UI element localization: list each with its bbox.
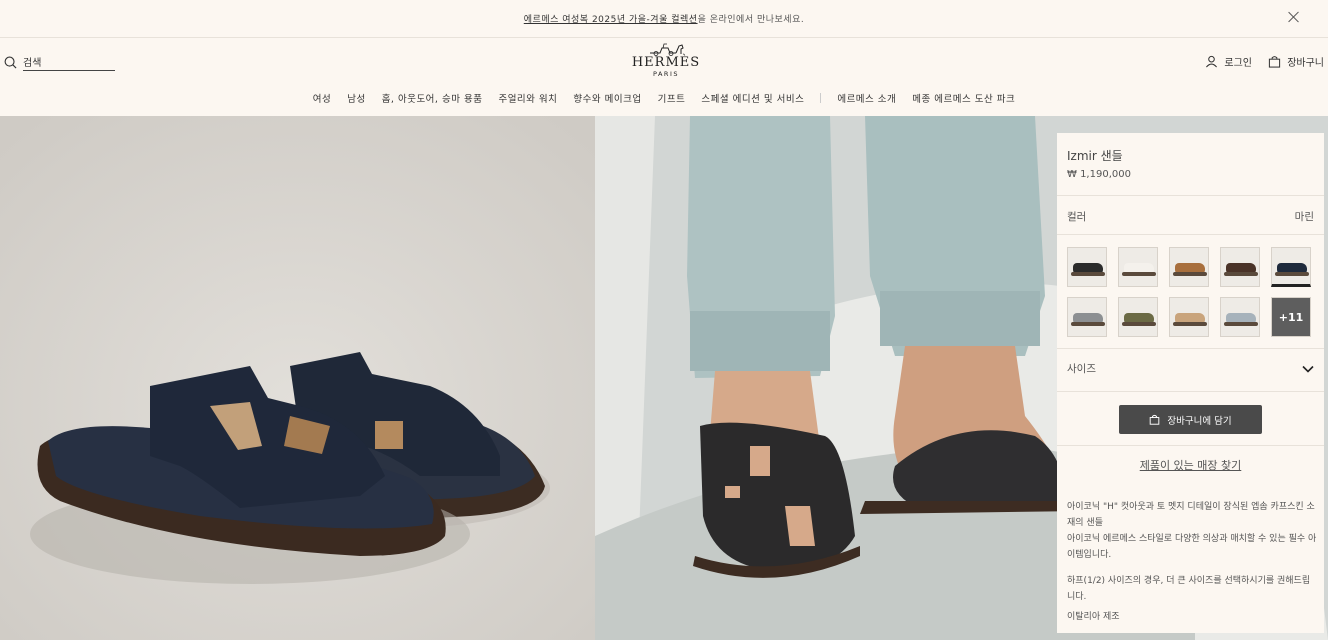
color-swatches: +11 [1067, 247, 1313, 337]
product-price: ₩ 1,190,000 [1067, 169, 1131, 180]
swatch-sole [1224, 272, 1258, 276]
announcement-bar: 에르메스 여성복 2025년 가을-겨울 컬렉션을 온라인에서 만나보세요. [0, 0, 1328, 38]
color-selector-header: 컬러 마린 [1067, 209, 1314, 224]
sandals-illustration [0, 116, 595, 640]
color-swatch[interactable] [1169, 297, 1209, 337]
announcement-suffix: 을 온라인에서 만나보세요. [697, 15, 805, 25]
nav-item-home-outdoor[interactable]: 홈, 아웃도어, 승마 용품 [382, 91, 483, 105]
color-swatch[interactable] [1220, 247, 1260, 287]
product-description: 아이코닉 "H" 컷아웃과 토 멧지 디테일이 장식된 엡솜 카프스킨 소재의 … [1067, 499, 1317, 625]
close-icon[interactable] [1286, 9, 1302, 25]
find-store-link[interactable]: 제품이 있는 매장 찾기 [1057, 457, 1324, 473]
swatch-sole [1122, 322, 1156, 326]
nav-item-gifts[interactable]: 기프트 [658, 91, 686, 105]
color-swatch[interactable] [1067, 247, 1107, 287]
size-selector[interactable]: 사이즈 [1067, 361, 1314, 376]
nav-item-dosan-park[interactable]: 메종 에르메스 도산 파크 [912, 91, 1015, 105]
color-label: 컬러 [1067, 211, 1087, 223]
nav-item-special-editions[interactable]: 스페셜 에디션 및 서비스 [701, 91, 804, 105]
divider [1057, 234, 1324, 235]
selected-color: 마린 [1294, 211, 1314, 223]
login-button[interactable]: 로그인 [1205, 54, 1252, 69]
divider [1057, 195, 1324, 196]
color-swatch[interactable] [1118, 297, 1158, 337]
color-swatch-selected[interactable] [1271, 247, 1311, 287]
user-icon [1206, 55, 1218, 68]
site-header: 검색 HERMÈS PARIS 로그인 장바구니 여성 남성 홈, 아웃도어, … [0, 38, 1328, 116]
color-swatch[interactable] [1169, 247, 1209, 287]
login-label: 로그인 [1224, 58, 1252, 69]
product-name: Izmir 샌들 [1067, 149, 1123, 163]
divider [1057, 348, 1324, 349]
nav-divider [820, 93, 822, 103]
add-to-cart-label: 장바구니에 담기 [1167, 415, 1232, 427]
announcement-link[interactable]: 에르메스 여성복 2025년 가을-겨울 컬렉션 [524, 15, 698, 25]
search-bar[interactable]: 검색 [4, 54, 115, 71]
nav-item-men[interactable]: 남성 [347, 91, 365, 105]
color-swatch[interactable] [1118, 247, 1158, 287]
description-line: 아이코닉 "H" 컷아웃과 토 멧지 디테일이 장식된 엡솜 카프스킨 소재의 … [1067, 502, 1315, 528]
shopping-bag-icon [1269, 56, 1281, 68]
divider [1057, 445, 1324, 446]
product-image-main[interactable] [0, 116, 595, 640]
main-nav: 여성 남성 홈, 아웃도어, 승마 용품 주얼리와 워치 향수와 메이크업 기프… [0, 91, 1328, 105]
swatch-sole [1173, 272, 1207, 276]
more-colors-button[interactable]: +11 [1271, 297, 1311, 337]
chevron-down-icon [1302, 365, 1314, 373]
description-line: 하프(1/2) 사이즈의 경우, 더 큰 사이즈를 선택하시기를 권해드립니다. [1067, 576, 1311, 602]
search-input[interactable]: 검색 [23, 54, 115, 71]
origin-text: 이탈리아 제조 [1067, 612, 1120, 622]
hermes-logo[interactable]: HERMÈS PARIS [630, 42, 702, 80]
nav-item-jewelry-watches[interactable]: 주얼리와 워치 [498, 91, 557, 105]
color-swatch[interactable] [1067, 297, 1107, 337]
carriage-logo-icon [650, 43, 684, 56]
logo-wordmark: HERMÈS [631, 55, 701, 70]
swatch-sole [1275, 272, 1309, 276]
search-icon [4, 56, 17, 69]
nav-item-fragrance[interactable]: 향수와 메이크업 [573, 91, 641, 105]
logo-city: PARIS [652, 70, 679, 78]
nav-item-about[interactable]: 에르메스 소개 [837, 91, 896, 105]
cart-label: 장바구니 [1287, 58, 1324, 69]
swatch-sole [1224, 322, 1258, 326]
size-label: 사이즈 [1067, 363, 1096, 375]
swatch-sole [1071, 322, 1105, 326]
cart-button[interactable]: 장바구니 [1268, 54, 1324, 69]
announcement-text: 에르메스 여성복 2025년 가을-겨울 컬렉션을 온라인에서 만나보세요. [524, 12, 804, 25]
shopping-bag-icon [1150, 414, 1160, 425]
swatch-sole [1122, 272, 1156, 276]
add-to-cart-button[interactable]: 장바구니에 담기 [1119, 405, 1262, 434]
swatch-sole [1173, 322, 1207, 326]
swatch-sole [1071, 272, 1105, 276]
color-swatch[interactable] [1220, 297, 1260, 337]
divider [1057, 391, 1324, 392]
description-line: 아이코닉 에르메스 스타일로 다양한 의상과 매치할 수 있는 필수 아이템입니… [1067, 534, 1317, 560]
nav-item-women[interactable]: 여성 [313, 91, 331, 105]
product-details-panel: Izmir 샌들 ₩ 1,190,000 컬러 마린 +11 사이즈 장바구니에… [1057, 133, 1324, 633]
